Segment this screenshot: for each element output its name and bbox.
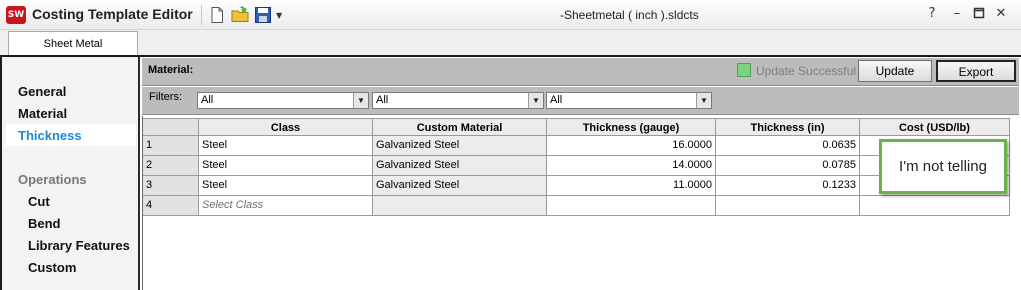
save-icon[interactable] (254, 6, 272, 24)
row-number[interactable]: 3 (143, 176, 199, 196)
inch-cell[interactable]: 0.0635 (716, 136, 860, 156)
minimize-icon[interactable]: – (950, 7, 964, 21)
chevron-down-icon[interactable]: ▼ (276, 11, 282, 20)
filter-material-select[interactable]: All ▼ (372, 92, 544, 109)
open-folder-icon[interactable] (231, 6, 249, 24)
sidebar-item-cut[interactable]: Cut (28, 194, 50, 209)
table-corner-header (143, 118, 199, 136)
sidebar-item-library-features[interactable]: Library Features (28, 238, 130, 253)
update-button[interactable]: Update (858, 60, 932, 82)
column-header-class[interactable]: Class (199, 118, 373, 136)
close-icon[interactable]: ✕ (994, 7, 1008, 21)
gauge-cell[interactable]: 11.0000 (547, 176, 716, 196)
chevron-down-icon[interactable]: ▼ (696, 93, 711, 108)
filter-thickness-value: All (550, 94, 563, 106)
solidworks-logo-icon: SW (6, 6, 26, 24)
material-cell[interactable]: Galvanized Steel (373, 136, 547, 156)
column-header-custom-material[interactable]: Custom Material (373, 118, 547, 136)
gauge-cell[interactable]: 14.0000 (547, 156, 716, 176)
chevron-down-icon[interactable]: ▼ (353, 93, 368, 108)
material-cell[interactable]: Galvanized Steel (373, 156, 547, 176)
sidebar-item-general[interactable]: General (18, 84, 66, 99)
inch-cell[interactable]: 0.0785 (716, 156, 860, 176)
select-class-cell[interactable]: Select Class (199, 196, 373, 216)
gauge-cell[interactable] (547, 196, 716, 216)
inch-cell[interactable]: 0.1233 (716, 176, 860, 196)
filter-class-select[interactable]: All ▼ (197, 92, 369, 109)
column-header-thickness-in[interactable]: Thickness (in) (716, 118, 860, 136)
material-cell[interactable]: Galvanized Steel (373, 176, 547, 196)
sidebar-item-material[interactable]: Material (18, 106, 67, 121)
update-status-text: Update Successful (756, 64, 857, 78)
filters-label: Filters: (149, 91, 182, 103)
row-number[interactable]: 1 (143, 136, 199, 156)
filter-thickness-select[interactable]: All ▼ (546, 92, 712, 109)
row-number[interactable]: 4 (143, 196, 199, 216)
new-document-icon[interactable] (208, 6, 226, 24)
export-button[interactable]: Export (936, 60, 1016, 82)
tab-strip (0, 30, 1021, 56)
annotation-callout: I'm not telling (879, 139, 1007, 194)
filter-material-value: All (376, 94, 389, 106)
document-title: -Sheetmetal ( inch ).sldcts (560, 8, 699, 22)
column-header-thickness-gauge[interactable]: Thickness (gauge) (547, 118, 716, 136)
sidebar-item-thickness[interactable]: Thickness (18, 128, 82, 143)
help-icon[interactable]: ? (925, 7, 939, 21)
cost-cell[interactable] (860, 196, 1010, 216)
sidebar-item-custom[interactable]: Custom (28, 260, 76, 275)
gauge-cell[interactable]: 16.0000 (547, 136, 716, 156)
class-cell[interactable]: Steel (199, 136, 373, 156)
maximize-icon[interactable] (972, 7, 986, 21)
inch-cell[interactable] (716, 196, 860, 216)
sidebar-item-bend[interactable]: Bend (28, 216, 61, 231)
app-title: Costing Template Editor (32, 6, 193, 22)
class-cell[interactable]: Steel (199, 156, 373, 176)
tab-sheet-metal[interactable]: Sheet Metal (8, 31, 138, 56)
filter-class-value: All (201, 94, 214, 106)
chevron-down-icon[interactable]: ▼ (528, 93, 543, 108)
column-header-cost[interactable]: Cost (USD/lb) (860, 118, 1010, 136)
material-cell[interactable] (373, 196, 547, 216)
toolbar-separator (201, 5, 202, 25)
row-number[interactable]: 2 (143, 156, 199, 176)
update-status-indicator (737, 63, 751, 77)
material-label: Material: (148, 64, 194, 76)
class-cell[interactable]: Steel (199, 176, 373, 196)
sidebar-section-operations: Operations (18, 172, 87, 187)
